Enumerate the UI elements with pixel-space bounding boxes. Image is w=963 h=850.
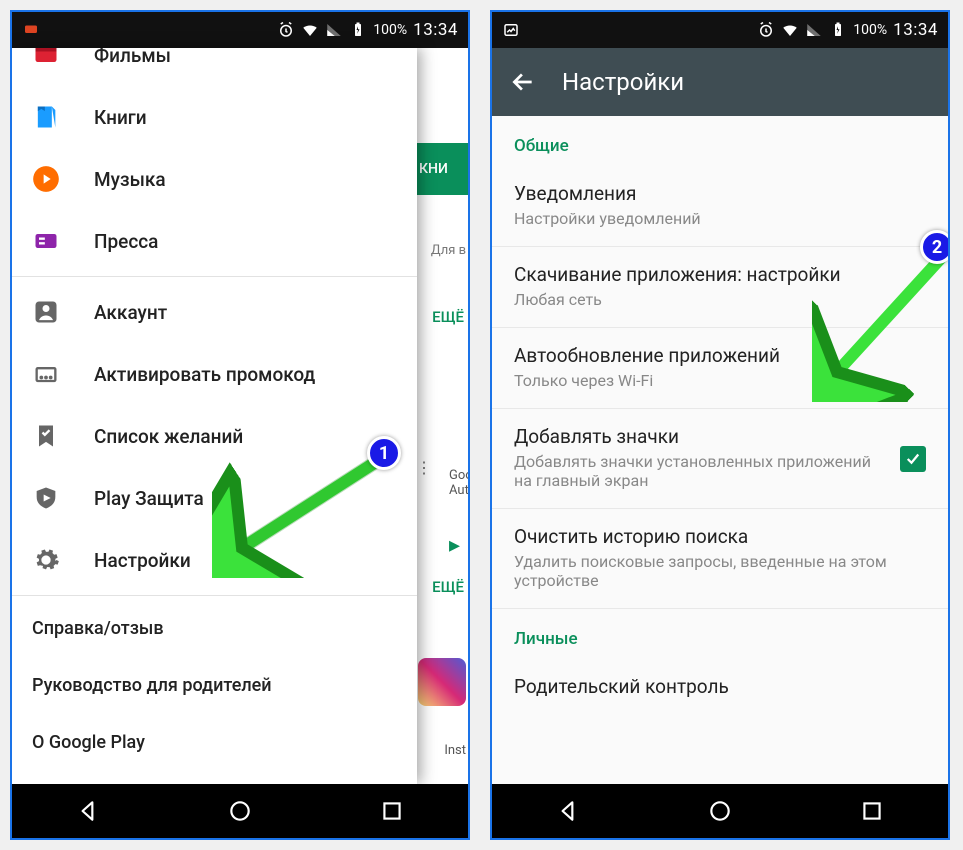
- setting-title: Скачивание приложения: настройки: [514, 263, 926, 286]
- setting-notifications[interactable]: Уведомления Настройки уведомлений: [492, 166, 948, 247]
- nav-home-button[interactable]: [707, 798, 733, 824]
- drawer-item-label: Play Защита: [94, 487, 204, 510]
- more-link-1[interactable]: ЕЩЁ: [432, 308, 464, 326]
- clock-text: 13:34: [413, 20, 458, 40]
- battery-text: 100%: [373, 22, 407, 38]
- settings-toolbar: Настройки: [492, 48, 948, 116]
- drawer-item-newsstand[interactable]: Пресса: [12, 210, 417, 272]
- redeem-icon: [32, 360, 60, 388]
- account-icon: [32, 298, 60, 326]
- divider: [12, 595, 417, 596]
- alarm-icon: [757, 21, 775, 39]
- setting-sub: Только через Wi-Fi: [514, 371, 926, 390]
- section-general: Общие: [492, 116, 948, 166]
- setting-auto-update[interactable]: Автообновление приложений Только через W…: [492, 328, 948, 409]
- drawer-item-label: Музыка: [94, 168, 166, 191]
- status-bar: 100% 13:34: [12, 12, 468, 48]
- android-nav-bar: [12, 784, 468, 838]
- drawer-about[interactable]: О Google Play: [12, 714, 417, 771]
- wifi-icon: [781, 21, 799, 39]
- drawer-item-label: Фильмы: [94, 48, 171, 67]
- settings-list: Общие Уведомления Настройки уведомлений …: [492, 116, 948, 784]
- divider: [12, 276, 417, 277]
- nav-back-button[interactable]: [555, 798, 581, 824]
- nav-drawer: Фильмы Книги Музыка Пресса Аккаунт Акт: [12, 48, 417, 784]
- battery-charging-icon: [829, 21, 847, 39]
- setting-parental[interactable]: Родительский контроль: [492, 659, 948, 708]
- drawer-item-account[interactable]: Аккаунт: [12, 281, 417, 343]
- drawer-item-label: Активировать промокод: [94, 363, 315, 386]
- gear-icon: [32, 546, 60, 574]
- android-nav-bar: [492, 784, 948, 838]
- drawer-item-label: Пресса: [94, 230, 158, 253]
- alarm-icon: [277, 21, 295, 39]
- drawer-item-books[interactable]: Книги: [12, 86, 417, 148]
- annotation-badge-1: 1: [367, 436, 401, 470]
- newsstand-icon: [32, 227, 60, 255]
- app-label-goo: GooAuth: [449, 468, 470, 498]
- clock-text: 13:34: [893, 20, 938, 40]
- drawer-item-label: Книги: [94, 106, 147, 129]
- section-personal: Личные: [492, 609, 948, 659]
- battery-charging-icon: [349, 21, 367, 39]
- setting-title: Автообновление приложений: [514, 344, 926, 367]
- app-label-insta: Inst: [444, 743, 466, 758]
- backdrop-sub: Для в: [431, 243, 466, 258]
- setting-sub: Любая сеть: [514, 290, 926, 309]
- right-phone: 100% 13:34 Настройки Общие Уведомления Н…: [490, 10, 950, 840]
- drawer-item-protect[interactable]: Play Защита: [12, 467, 417, 529]
- nav-recent-button[interactable]: [379, 798, 405, 824]
- signal-icon: [325, 21, 343, 39]
- setting-title: Родительский контроль: [514, 675, 926, 698]
- nav-back-button[interactable]: [75, 798, 101, 824]
- setting-clear-history[interactable]: Очистить историю поиска Удалить поисковы…: [492, 509, 948, 609]
- drawer-help[interactable]: Справка/отзыв: [12, 600, 417, 657]
- setting-download-pref[interactable]: Скачивание приложения: настройки Любая с…: [492, 247, 948, 328]
- screenshot-notification-icon: [502, 21, 520, 39]
- nav-recent-button[interactable]: [859, 798, 885, 824]
- setting-sub: Добавлять значки установленных приложени…: [514, 452, 878, 490]
- backdrop: КНИ Для в ЕЩЁ ⋮ GooAuth ▸ ЕЩЁ Inst: [413, 48, 468, 784]
- drawer-parent-guide[interactable]: Руководство для родителей: [12, 657, 417, 714]
- annotation-badge-2: 2: [920, 230, 950, 264]
- books-tab[interactable]: КНИ: [413, 143, 468, 195]
- app-menu-dots[interactable]: ⋮: [416, 458, 432, 477]
- setting-title: Уведомления: [514, 182, 926, 205]
- shield-icon: [32, 484, 60, 512]
- install-icon[interactable]: ▸: [449, 533, 460, 558]
- left-phone: 100% 13:34 КНИ Для в ЕЩЁ ⋮ GooAuth ▸ ЕЩЁ…: [10, 10, 470, 840]
- more-link-2[interactable]: ЕЩЁ: [432, 578, 464, 596]
- drawer-item-redeem[interactable]: Активировать промокод: [12, 343, 417, 405]
- wifi-icon: [301, 21, 319, 39]
- toolbar-title: Настройки: [562, 68, 684, 96]
- setting-add-icons[interactable]: Добавлять значки Добавлять значки устано…: [492, 409, 948, 509]
- movies-icon: [32, 48, 60, 69]
- wishlist-icon: [32, 422, 60, 450]
- drawer-item-wishlist[interactable]: Список желаний: [12, 405, 417, 467]
- setting-sub: Удалить поисковые запросы, введенные на …: [514, 552, 926, 590]
- setting-sub: Настройки уведомлений: [514, 209, 926, 228]
- books-icon: [32, 103, 60, 131]
- checkbox-checked[interactable]: [900, 446, 926, 472]
- drawer-item-label: Список желаний: [94, 425, 243, 448]
- drawer-item-label: Настройки: [94, 549, 191, 572]
- instagram-app-icon[interactable]: [418, 658, 466, 706]
- drawer-item-settings[interactable]: Настройки: [12, 529, 417, 591]
- drawer-item-music[interactable]: Музыка: [12, 148, 417, 210]
- status-bar: 100% 13:34: [492, 12, 948, 48]
- setting-title: Добавлять значки: [514, 425, 878, 448]
- app-notification-icon: [22, 21, 40, 39]
- drawer-item-movies[interactable]: Фильмы: [12, 48, 417, 86]
- signal-icon: [805, 21, 823, 39]
- nav-home-button[interactable]: [227, 798, 253, 824]
- battery-text: 100%: [853, 22, 887, 38]
- back-button[interactable]: [510, 69, 536, 95]
- drawer-item-label: Аккаунт: [94, 301, 167, 324]
- music-icon: [32, 165, 60, 193]
- setting-title: Очистить историю поиска: [514, 525, 926, 548]
